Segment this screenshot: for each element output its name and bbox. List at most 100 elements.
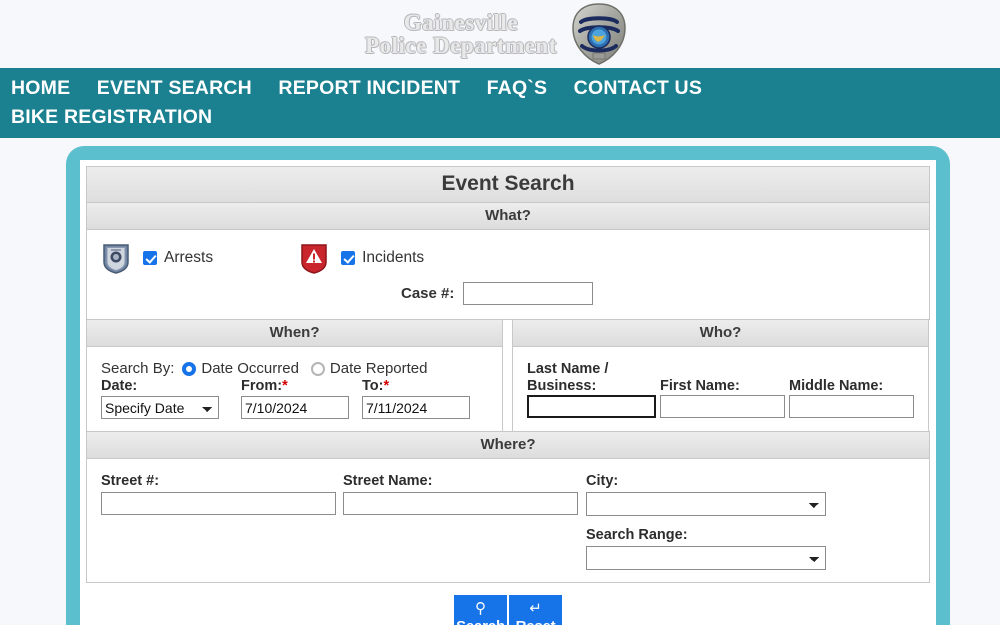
main-navigation: HOME EVENT SEARCH REPORT INCIDENT FAQ`S … <box>0 68 1000 175</box>
incidents-group: Incidents <box>299 242 424 274</box>
police-shield-badge-icon <box>101 242 131 274</box>
reset-button[interactable]: ↵ Reset <box>509 595 562 625</box>
middle-name-input[interactable] <box>789 395 914 418</box>
from-label-text: From: <box>241 378 283 394</box>
from-label: From:* <box>241 378 349 394</box>
search-range-field: Search Range: <box>586 527 831 570</box>
department-name: Gainesville Police Department <box>365 9 557 58</box>
nav-list: HOME EVENT SEARCH REPORT INCIDENT FAQ`S … <box>0 74 800 132</box>
radio-date-reported-label: Date Reported <box>329 360 428 377</box>
department-name-line1: Gainesville <box>403 9 519 35</box>
nav-link-faqs[interactable]: FAQ`S <box>487 77 548 99</box>
section-when-heading: When? <box>87 320 502 347</box>
search-by-label: Search By: <box>101 360 175 377</box>
nav-item-faqs[interactable]: FAQ`S <box>480 74 555 103</box>
street-name-label: Street Name: <box>343 473 433 489</box>
date-from-field: From:* <box>241 378 349 419</box>
radio-date-occurred-label: Date Occurred <box>201 360 299 377</box>
section-what-body: Arrests Incidents Case #: <box>87 230 929 319</box>
arrests-group: Arrests <box>101 242 213 274</box>
arrests-label: Arrests <box>164 249 214 266</box>
masthead: Gainesville Police Department <box>0 0 1000 68</box>
street-name-input[interactable] <box>343 492 578 515</box>
section-when-body: Search By: Date Occurred Date Reported D… <box>87 347 502 431</box>
nav-item-bike-registration[interactable]: BIKE REGISTRATION <box>4 103 219 132</box>
nav-link-home[interactable]: HOME <box>11 77 70 99</box>
last-name-field: Last Name / Business: <box>527 361 656 418</box>
city-range-column: City: Search Range: <box>586 473 831 570</box>
page-title: Event Search <box>86 166 930 203</box>
nav-item-event-search[interactable]: EVENT SEARCH <box>90 74 259 103</box>
date-label: Date: <box>101 378 138 394</box>
section-what: What? Arrests Incidents Case #: <box>86 203 930 320</box>
search-button[interactable]: ⚲ Search <box>454 595 507 625</box>
radio-date-reported[interactable] <box>310 361 325 376</box>
nav-link-event-search[interactable]: EVENT SEARCH <box>97 77 252 99</box>
date-fields-row: Date: Specify Date From:* 7/10/2024 To:*… <box>101 378 488 419</box>
first-name-label: First Name: <box>660 378 740 394</box>
magnifier-icon: ⚲ <box>475 600 486 617</box>
to-required-mark: * <box>383 378 390 394</box>
city-label: City: <box>586 473 619 489</box>
first-name-field: First Name: <box>660 378 785 418</box>
date-from-input[interactable] <box>241 396 349 419</box>
search-range-label: Search Range: <box>586 527 688 543</box>
radio-date-occurred[interactable] <box>182 361 197 376</box>
middle-name-label: Middle Name: <box>789 378 884 394</box>
site-logo[interactable]: Gainesville Police Department <box>0 0 1000 68</box>
date-mode-field: Date: Specify Date <box>101 378 219 419</box>
last-name-label: Last Name / Business: <box>527 361 656 395</box>
undo-arrow-icon: ↵ <box>529 600 542 617</box>
nav-item-report-incident[interactable]: REPORT INCIDENT <box>271 74 467 103</box>
nav-item-contact-us[interactable]: CONTACT US <box>567 74 709 103</box>
to-label: To:* <box>362 378 470 394</box>
form-actions: ⚲ Search ↵ Reset <box>86 595 930 625</box>
department-name-line2: Police Department <box>365 33 557 58</box>
section-who-heading: Who? <box>513 320 928 347</box>
last-name-input[interactable] <box>527 395 656 418</box>
section-when: When? Search By: Date Occurred Date Repo… <box>86 319 503 432</box>
nav-link-contact-us[interactable]: CONTACT US <box>574 77 702 99</box>
page-body: Event Search What? Arrests Incidents Cas… <box>0 138 1000 625</box>
date-to-input[interactable] <box>362 396 470 419</box>
last-name-label-line2: Business: <box>527 378 597 394</box>
red-warning-shield-icon <box>299 242 329 274</box>
section-who-body: Last Name / Business: First Name: Middle… <box>513 347 928 430</box>
city-select[interactable] <box>586 492 826 516</box>
middle-name-field: Middle Name: <box>789 378 914 418</box>
from-required-mark: * <box>282 378 288 394</box>
search-form-panel: Event Search What? Arrests Incidents Cas… <box>80 160 936 625</box>
police-badge-icon <box>563 1 635 67</box>
street-name-field: Street Name: <box>343 473 586 570</box>
content-frame: Event Search What? Arrests Incidents Cas… <box>66 146 950 625</box>
name-fields-row: Last Name / Business: First Name: Middle… <box>527 357 914 418</box>
section-where: Where? Street #: Street Name: City: Sear… <box>86 431 930 583</box>
first-name-input[interactable] <box>660 395 785 418</box>
date-mode-select[interactable]: Specify Date <box>101 396 219 419</box>
section-who: Who? Last Name / Business: First Name: M… <box>512 319 929 432</box>
street-number-field: Street #: <box>101 473 343 570</box>
search-by-row: Search By: Date Occurred Date Reported <box>101 360 488 377</box>
incidents-label: Incidents <box>362 249 425 266</box>
incidents-checkbox[interactable] <box>341 251 356 265</box>
when-who-row: When? Search By: Date Occurred Date Repo… <box>86 319 930 432</box>
event-type-row: Arrests Incidents <box>101 240 915 274</box>
where-fields-row: Street #: Street Name: City: Search Rang… <box>101 469 915 570</box>
section-where-body: Street #: Street Name: City: Search Rang… <box>87 459 929 582</box>
nav-item-home[interactable]: HOME <box>4 74 77 103</box>
section-what-heading: What? <box>87 203 929 230</box>
date-to-field: To:* <box>362 378 470 419</box>
section-where-heading: Where? <box>87 432 929 459</box>
case-number-row: Case #: <box>101 274 915 307</box>
street-number-label: Street #: <box>101 473 160 489</box>
nav-link-bike-registration[interactable]: BIKE REGISTRATION <box>11 106 212 128</box>
last-name-label-line1: Last Name / <box>527 361 609 377</box>
to-label-text: To: <box>362 378 384 394</box>
street-number-input[interactable] <box>101 492 336 515</box>
reset-button-label: Reset <box>509 618 562 625</box>
case-number-input[interactable] <box>463 282 594 305</box>
search-button-label: Search <box>454 618 507 625</box>
arrests-checkbox[interactable] <box>143 251 157 265</box>
nav-link-report-incident[interactable]: REPORT INCIDENT <box>278 77 460 99</box>
search-range-select[interactable] <box>586 546 826 570</box>
